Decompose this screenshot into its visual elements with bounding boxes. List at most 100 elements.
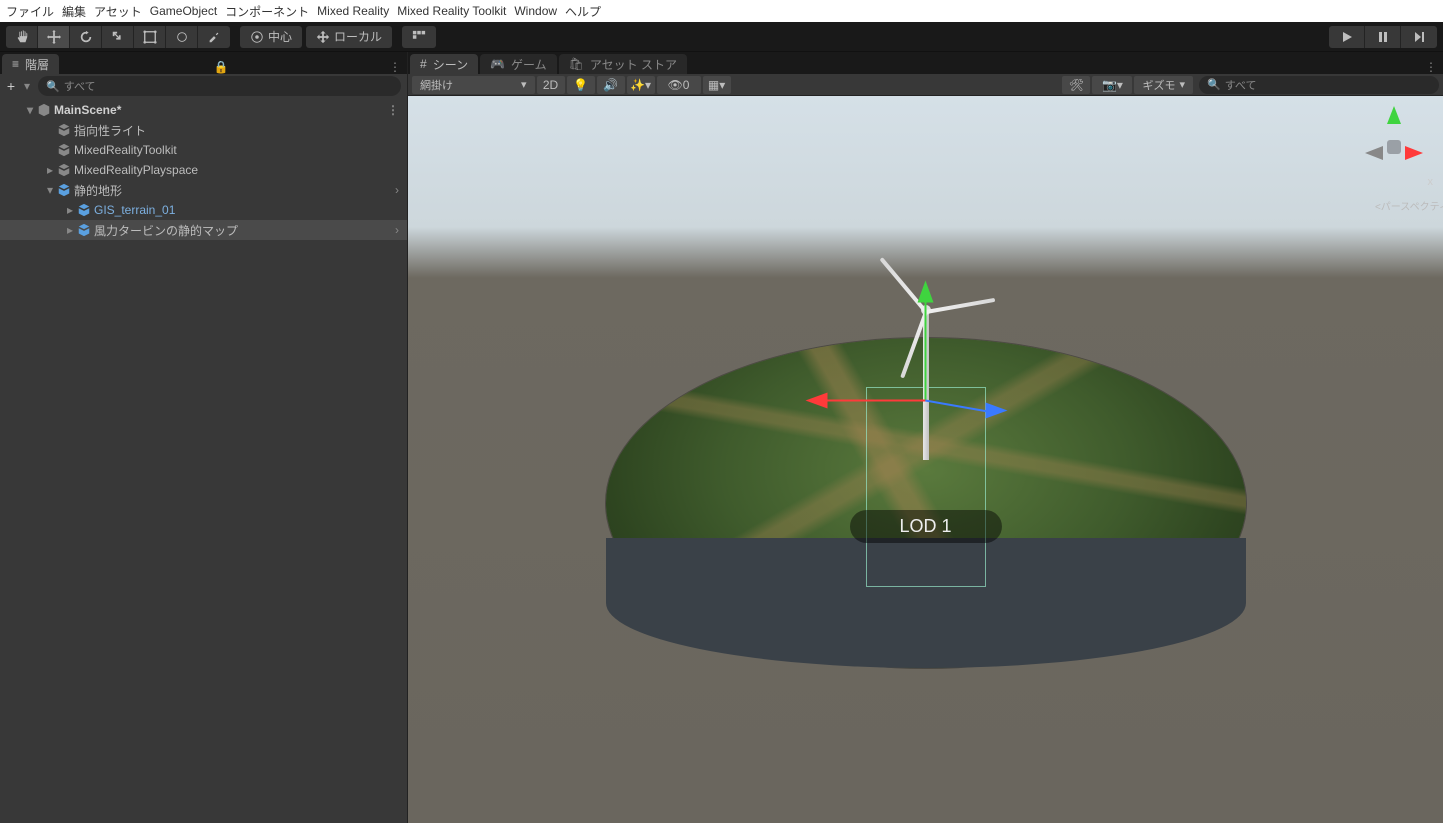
scene-panel: # シーン 🎮 ゲーム 🛍 アセット ストア ⋮ 網掛け ▾ 2D 💡 🔊 ✨▾ <box>408 52 1443 823</box>
menu-help[interactable]: ヘルプ <box>565 3 601 20</box>
tab-label: ゲーム <box>511 56 547 73</box>
tree-row-terrain-group[interactable]: ▾ 静的地形 › <box>0 180 407 200</box>
orient-y-axis[interactable] <box>1387 106 1401 124</box>
hierarchy-tab-label: 階層 <box>25 56 49 73</box>
scene-label: MainScene* <box>54 103 121 117</box>
move-tool[interactable] <box>38 26 70 48</box>
tab-label: アセット ストア <box>590 56 677 73</box>
menu-gameobject[interactable]: GameObject <box>150 4 217 18</box>
chevron-down-icon: ▾ <box>1117 78 1123 92</box>
expand-arrow-icon[interactable]: ▾ <box>44 183 56 197</box>
pivot-mode-button[interactable]: 中心 <box>240 26 302 48</box>
panel-menu-icon[interactable]: ⋮ <box>1419 60 1443 74</box>
orient-z-axis[interactable] <box>1365 146 1383 160</box>
hierarchy-search-placeholder: すべて <box>64 78 96 94</box>
orientation-gizmo[interactable]: x <パースペクティ <box>1359 110 1429 200</box>
lighting-toggle[interactable]: 💡 <box>567 76 595 94</box>
gizmo-y-axis[interactable] <box>917 281 933 303</box>
axis-label-x: x <box>1428 176 1434 188</box>
scene-viewport[interactable]: LOD 1 x <パースペクティ <box>408 96 1443 823</box>
scene-search-placeholder: すべて <box>1225 77 1257 93</box>
expand-arrow-icon[interactable]: ▾ <box>24 103 36 117</box>
wrench-icon: 🛠 <box>1069 78 1084 92</box>
menu-window[interactable]: Window <box>514 4 557 18</box>
tools-button[interactable]: 🛠 <box>1062 76 1090 94</box>
unity-icon <box>36 102 52 118</box>
tab-label: シーン <box>433 56 468 73</box>
panel-lock-icon[interactable]: 🔒 <box>208 60 235 74</box>
shading-dropdown[interactable]: 網掛け ▾ <box>412 76 535 94</box>
gizmo-x-axis[interactable] <box>805 393 827 409</box>
tree-row-playspace[interactable]: ▸ MixedRealityPlayspace <box>0 160 407 180</box>
tree-item-label: MixedRealityPlayspace <box>74 163 198 177</box>
tree-item-label: 静的地形 <box>74 182 122 199</box>
menu-mixed-reality[interactable]: Mixed Reality <box>317 4 389 18</box>
scene-menu-icon[interactable]: ⋮ <box>379 103 407 117</box>
hierarchy-create-button[interactable]: + <box>0 78 22 94</box>
eye-off-icon: 👁 <box>668 78 683 92</box>
tab-game[interactable]: 🎮 ゲーム <box>480 54 557 74</box>
hierarchy-tab[interactable]: ≡ 階層 <box>2 54 59 74</box>
menu-file[interactable]: ファイル <box>6 3 54 20</box>
expand-arrow-icon[interactable]: ▸ <box>44 163 56 177</box>
gizmo-z-axis[interactable] <box>985 403 1007 419</box>
fx-icon: ✨ <box>630 78 645 92</box>
tab-scene[interactable]: # シーン <box>410 54 478 74</box>
audio-icon: 🔊 <box>603 78 618 92</box>
tree-row-gis[interactable]: ▸ GIS_terrain_01 <box>0 200 407 220</box>
tree-row-mrtk[interactable]: MixedRealityToolkit <box>0 140 407 160</box>
orient-center[interactable] <box>1387 140 1401 154</box>
camera-button[interactable]: 📷▾ <box>1092 76 1132 94</box>
chevron-down-icon: ▾ <box>1179 78 1185 91</box>
hand-tool[interactable] <box>6 26 38 48</box>
menu-mrtk[interactable]: Mixed Reality Toolkit <box>397 4 506 18</box>
prefab-open-icon[interactable]: › <box>395 223 407 237</box>
expand-arrow-icon[interactable]: ▸ <box>64 203 76 217</box>
scale-tool[interactable] <box>102 26 134 48</box>
orient-x-axis[interactable] <box>1405 146 1423 160</box>
snap-toggle[interactable] <box>402 26 436 48</box>
tree-item-label: GIS_terrain_01 <box>94 203 175 217</box>
rotate-tool[interactable] <box>70 26 102 48</box>
camera-icon: 📷 <box>1102 78 1117 92</box>
hidden-layers-button[interactable]: 👁0 <box>657 76 701 94</box>
menu-edit[interactable]: 編集 <box>62 3 86 20</box>
play-button[interactable] <box>1329 26 1365 48</box>
rotation-mode-button[interactable]: ローカル <box>306 26 392 48</box>
transform-tool[interactable] <box>166 26 198 48</box>
custom-tool[interactable] <box>198 26 230 48</box>
list-icon: ≡ <box>12 57 19 71</box>
tree-row-turbine[interactable]: ▸ 風力タービンの静的マップ › <box>0 220 407 240</box>
rect-tool[interactable] <box>134 26 166 48</box>
audio-toggle[interactable]: 🔊 <box>597 76 625 94</box>
prefab-open-icon[interactable]: › <box>395 183 407 197</box>
expand-arrow-icon[interactable]: ▸ <box>64 223 76 237</box>
step-button[interactable] <box>1401 26 1437 48</box>
chevron-down-icon: ▾ <box>645 78 651 92</box>
fx-toggle[interactable]: ✨▾ <box>627 76 655 94</box>
tree-scene-row[interactable]: ▾ MainScene* ⋮ <box>0 100 407 120</box>
menu-component[interactable]: コンポーネント <box>225 3 309 20</box>
projection-label[interactable]: <パースペクティ <box>1375 198 1443 213</box>
2d-toggle[interactable]: 2D <box>537 76 565 94</box>
prefab-icon <box>76 222 92 238</box>
chevron-down-icon: ▾ <box>521 78 527 91</box>
gizmos-dropdown[interactable]: ギズモ ▾ <box>1134 76 1193 94</box>
tree-item-label: MixedRealityToolkit <box>74 143 177 157</box>
hierarchy-search[interactable]: 🔍 すべて <box>38 76 401 96</box>
menu-assets[interactable]: アセット <box>94 3 142 20</box>
tab-asset-store[interactable]: 🛍 アセット ストア <box>559 54 687 74</box>
grid-icon: ▦ <box>708 78 719 92</box>
gameobject-icon <box>56 162 72 178</box>
transform-tool-group <box>6 26 230 48</box>
transform-gizmo[interactable] <box>925 401 926 402</box>
grid-visibility-button[interactable]: ▦▾ <box>703 76 731 94</box>
tree-row-light[interactable]: 指向性ライト <box>0 120 407 140</box>
main-toolbar: 中心 ローカル <box>0 22 1443 52</box>
search-icon: 🔍 <box>46 80 60 93</box>
panel-menu-icon[interactable]: ⋮ <box>383 60 407 74</box>
scene-search[interactable]: 🔍 すべて <box>1199 76 1439 94</box>
chevron-down-icon: ▾ <box>719 78 725 92</box>
pause-button[interactable] <box>1365 26 1401 48</box>
lod-badge: LOD 1 <box>849 510 1001 543</box>
